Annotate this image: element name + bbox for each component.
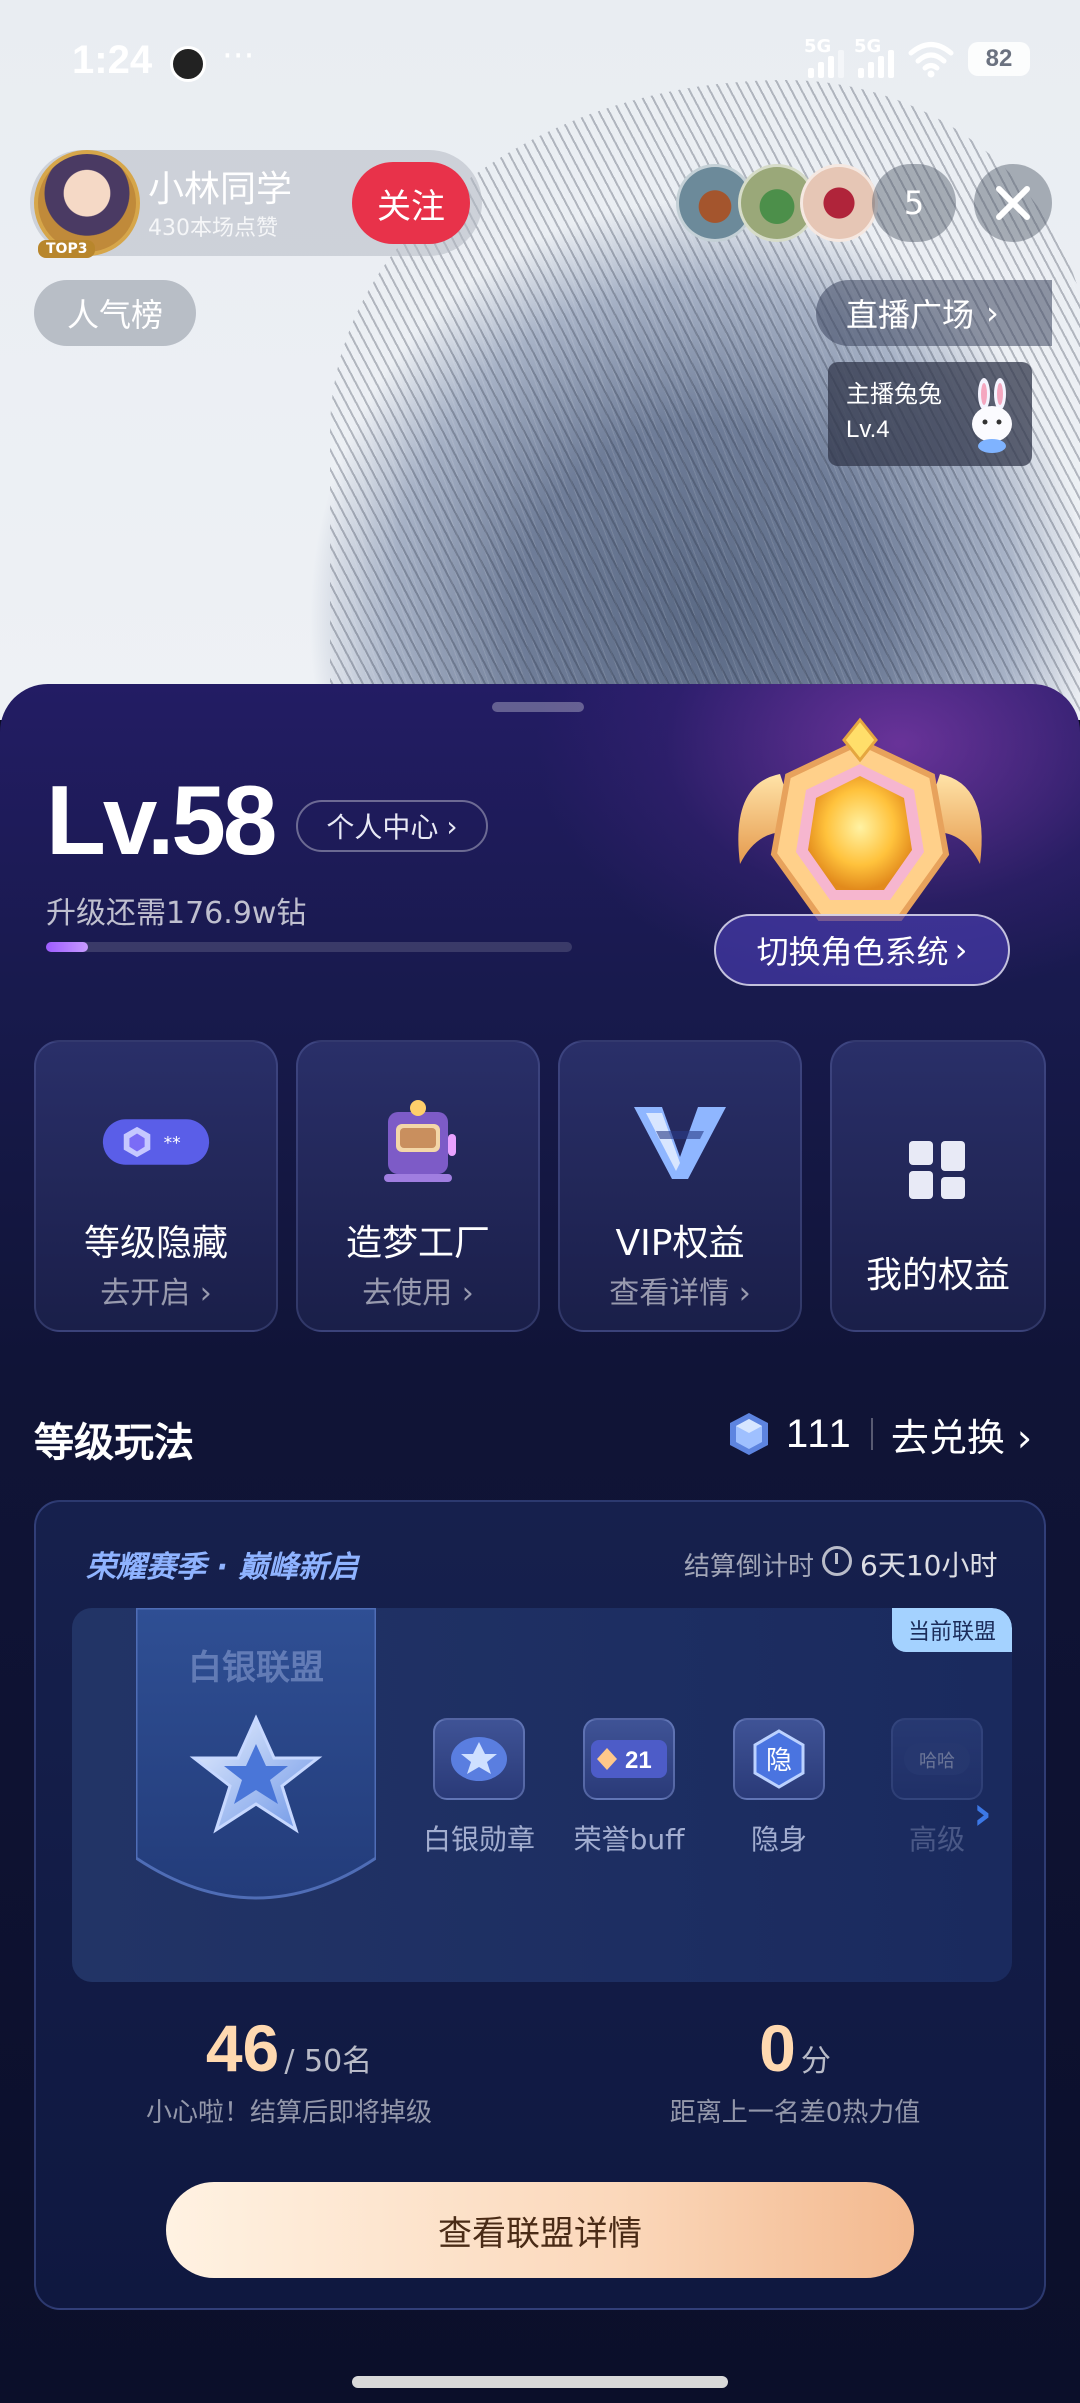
personal-center-button[interactable]: 个人中心 › xyxy=(296,800,488,852)
card-dream-factory[interactable]: 造梦工厂 去使用 › xyxy=(296,1040,540,1332)
card-level-hide-name: 等级隐藏 xyxy=(83,1223,228,1264)
vip-icon xyxy=(625,1094,735,1190)
card-vip[interactable]: VIP权益 查看详情 › xyxy=(558,1040,802,1332)
svg-text:21: 21 xyxy=(625,1747,652,1774)
close-button[interactable] xyxy=(974,164,1052,242)
perk-silver-medal[interactable]: 白银勋章 xyxy=(414,1718,544,1858)
invisible-icon: 隐 xyxy=(733,1718,825,1800)
live-plaza-label: 直播广场 xyxy=(846,296,975,334)
perk-label: 荣誉buff xyxy=(573,1823,685,1856)
grid-icon xyxy=(883,1122,993,1218)
gem-exchange-row[interactable]: 111 去兑换 › xyxy=(726,1406,1032,1462)
svg-text:隐: 隐 xyxy=(766,1746,792,1776)
battery-indicator: 82 xyxy=(968,42,1030,76)
level-hide-icon: ** xyxy=(101,1094,211,1190)
card-level-hide[interactable]: ** 等级隐藏 去开启 › xyxy=(34,1040,278,1332)
dream-factory-icon xyxy=(363,1094,473,1190)
svg-text:哈哈: 哈哈 xyxy=(919,1751,955,1772)
advanced-perk-icon: 哈哈 xyxy=(891,1718,983,1800)
score-unit: 分 xyxy=(800,2044,831,2079)
status-bar: 1:24 ··· 5G 5G 82 xyxy=(0,0,1080,130)
switch-role-system-button[interactable]: 切换角色系统 › xyxy=(714,914,1010,986)
host-name: 小林同学 xyxy=(148,169,293,210)
perk-invisible[interactable]: 隐 隐身 xyxy=(714,1718,844,1858)
level-bottom-sheet: Lv.58 个人中心 › 升级还需176.9w钻 切换角色系统 › ** 等级隐… xyxy=(0,684,1080,2403)
upgrade-requirement: 升级还需176.9w钻 xyxy=(46,896,307,931)
divider xyxy=(870,1418,873,1450)
rank-stat: 46 / 50名 小心啦！结算后即将掉级 xyxy=(36,2010,542,2129)
silver-medal-icon xyxy=(433,1718,525,1800)
host-rabbit-widget[interactable]: 主播兔兔 Lv.4 xyxy=(828,362,1032,466)
exchange-link[interactable]: 去兑换 › xyxy=(891,1407,1032,1462)
chevron-right-icon[interactable]: › xyxy=(973,1786,992,1840)
card-my-benefits-name: 我的权益 xyxy=(865,1255,1010,1296)
countdown-label: 结算倒计时 xyxy=(684,1552,815,1582)
host-likes: 430本场点赞 xyxy=(148,216,278,241)
status-more-icon: ··· xyxy=(222,36,255,76)
perk-label: 白银勋章 xyxy=(422,1823,535,1856)
card-vip-sub: 查看详情 › xyxy=(609,1276,751,1311)
close-icon xyxy=(996,186,1030,220)
signal-label-1: 5G xyxy=(804,36,832,57)
follow-button[interactable]: 关注 xyxy=(352,162,470,244)
rank-note: 小心啦！结算后即将掉级 xyxy=(145,2098,432,2128)
season-panel: 荣耀赛季 · 巅峰新启 结算倒计时 6天10小时 当前联盟 白银联盟 白银勋章 xyxy=(34,1500,1046,2310)
current-league-tag: 当前联盟 xyxy=(891,1608,1012,1652)
rank-value: 46 xyxy=(205,2011,280,2085)
card-dream-factory-name: 造梦工厂 xyxy=(345,1223,490,1264)
card-vip-name: VIP权益 xyxy=(615,1223,745,1264)
view-league-detail-button[interactable]: 查看联盟详情 xyxy=(166,2182,914,2278)
gem-count: 111 xyxy=(786,1411,853,1456)
level-progress-fill xyxy=(46,942,89,952)
card-dream-factory-sub: 去使用 › xyxy=(362,1276,474,1311)
viewer-count[interactable]: 5 xyxy=(872,164,956,242)
season-title: 荣耀赛季 · 巅峰新启 xyxy=(86,1550,359,1585)
feature-cards: ** 等级隐藏 去开启 › 造梦工厂 去使用 › VIP权益 查看详情 › 我的… xyxy=(34,1040,1046,1332)
signal-icon-1: 5G xyxy=(804,36,844,78)
wifi-icon xyxy=(908,40,954,78)
viewer-avatars[interactable] xyxy=(676,164,878,242)
level-gameplay-title: 等级玩法 xyxy=(34,1420,194,1466)
perk-label: 隐身 xyxy=(750,1823,807,1856)
league-name: 白银联盟 xyxy=(188,1648,324,1688)
score-note: 距离上一名差0热力值 xyxy=(669,2098,921,2128)
level-progress-bar xyxy=(46,942,572,952)
card-level-hide-sub: 去开启 › xyxy=(100,1276,212,1311)
chevron-right-icon: › xyxy=(954,931,968,969)
status-right-group: 5G 5G 82 xyxy=(804,36,1030,78)
host-rabbit-title: 主播兔兔 xyxy=(846,380,942,408)
perk-honor-buff[interactable]: 21 荣誉buff xyxy=(564,1718,694,1858)
level-title: Lv.58 xyxy=(46,765,277,875)
svg-text:**: ** xyxy=(164,1134,182,1154)
chevron-right-icon: › xyxy=(986,294,999,332)
score-value: 0 xyxy=(759,2011,796,2085)
gem-icon xyxy=(730,1413,768,1455)
signal-label-2: 5G xyxy=(854,36,882,57)
host-rabbit-level: Lv.4 xyxy=(846,416,890,443)
host-info-pill[interactable]: 小林同学 430本场点赞 关注 xyxy=(30,150,482,256)
avatar-rank-badge: TOP3 xyxy=(38,240,96,258)
status-time: 1:24 xyxy=(72,38,153,82)
chevron-right-icon: › xyxy=(446,809,458,843)
status-app-icon xyxy=(170,46,206,82)
home-indicator[interactable] xyxy=(352,2376,728,2388)
viewer-avatar[interactable] xyxy=(800,164,878,242)
popularity-rank-button[interactable]: 人气榜 xyxy=(34,280,196,346)
sheet-drag-handle[interactable] xyxy=(492,702,584,712)
rank-total: / 50名 xyxy=(284,2044,373,2079)
score-stat: 0 分 距离上一名差0热力值 xyxy=(542,2010,1048,2129)
live-plaza-button[interactable]: 直播广场 › xyxy=(816,280,1052,346)
current-league-panel[interactable]: 当前联盟 白银联盟 白银勋章 21 荣誉buff 隐 隐身 哈哈 高级 › xyxy=(72,1608,1012,1982)
personal-center-label: 个人中心 xyxy=(326,811,439,844)
countdown-value: 6天10小时 xyxy=(860,1549,998,1582)
clock-icon xyxy=(822,1546,852,1576)
rabbit-icon xyxy=(972,378,1012,453)
card-my-benefits[interactable]: 我的权益 xyxy=(830,1040,1046,1332)
switch-role-label: 切换角色系统 xyxy=(756,933,949,971)
honor-buff-icon: 21 xyxy=(583,1718,675,1800)
signal-icon-2: 5G xyxy=(854,36,894,78)
